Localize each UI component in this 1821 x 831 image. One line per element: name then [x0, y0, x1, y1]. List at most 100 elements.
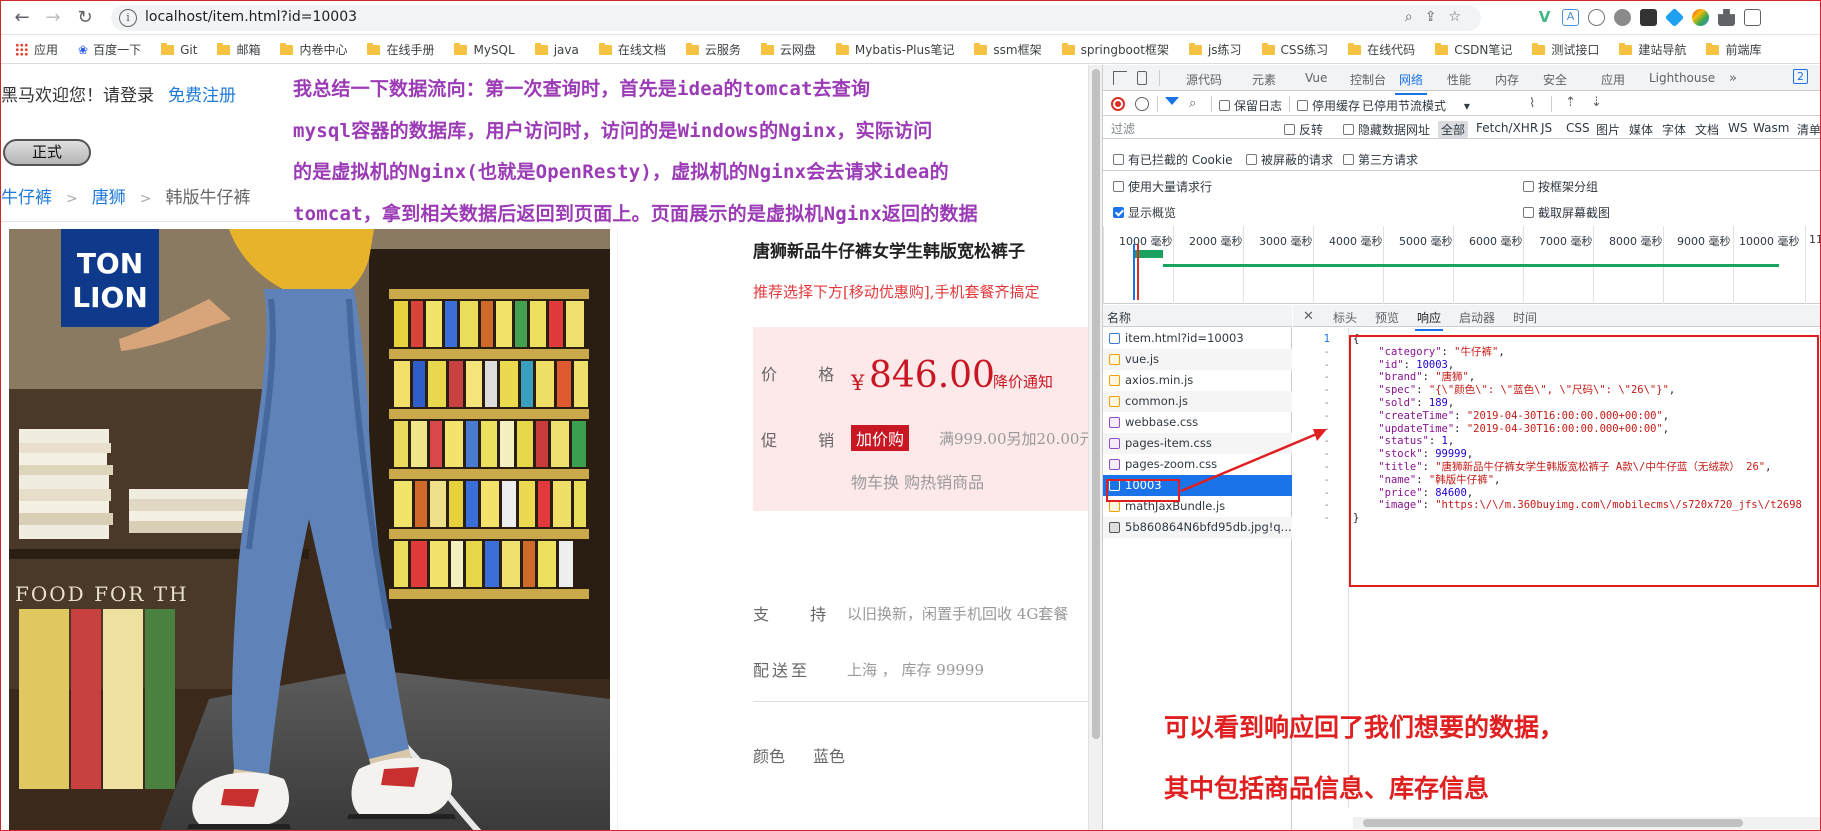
- request-row[interactable]: 5b860864N6bfd95db.jpg!q...: [1103, 517, 1292, 538]
- request-row[interactable]: axios.min.js: [1103, 370, 1292, 391]
- request-row[interactable]: common.js: [1103, 391, 1292, 412]
- breadcrumb-item[interactable]: 唐狮: [92, 188, 126, 208]
- type-filter-fetch[interactable]: Fetch/XHR: [1476, 121, 1538, 135]
- tab-timing[interactable]: 时间: [1513, 309, 1537, 326]
- tab-response[interactable]: 响应: [1414, 309, 1444, 331]
- network-overview[interactable]: 1000 毫秒 2000 毫秒 3000 毫秒 4000 毫秒 5000 毫秒 …: [1103, 226, 1820, 304]
- checkbox[interactable]: [1523, 181, 1534, 192]
- tab-preview[interactable]: 预览: [1375, 309, 1399, 326]
- bookmark-folder[interactable]: springboot框架: [1061, 41, 1169, 58]
- export-har-icon[interactable]: ⇣: [1591, 95, 1602, 110]
- extension-color-icon[interactable]: [1692, 9, 1709, 26]
- checkbox[interactable]: [1246, 154, 1257, 165]
- scroll-thumb[interactable]: [1363, 819, 1743, 827]
- welcome-text[interactable]: 黑马欢迎您！请登录: [1, 86, 154, 106]
- tab-vue[interactable]: Vue: [1305, 71, 1327, 85]
- tab-initiator[interactable]: 启动器: [1459, 309, 1495, 326]
- group-by-frame-checkbox[interactable]: 按框架分组: [1523, 178, 1598, 195]
- checkbox[interactable]: [1219, 100, 1230, 111]
- zoom-icon[interactable]: ⌕: [1405, 9, 1425, 25]
- extension-gray-icon[interactable]: [1614, 9, 1631, 26]
- product-image[interactable]: FOOD FOR TH TON LION: [9, 229, 610, 830]
- tab-lighthouse[interactable]: Lighthouse: [1649, 71, 1715, 85]
- menu-icon[interactable]: [1744, 9, 1761, 26]
- formal-button[interactable]: 正式: [3, 139, 91, 166]
- disable-cache-checkbox[interactable]: 停用缓存: [1297, 97, 1360, 114]
- blocked-cookies-checkbox[interactable]: 有已拦截的 Cookie: [1113, 151, 1233, 168]
- invert-checkbox[interactable]: 反转: [1284, 121, 1323, 138]
- extension-blue-icon[interactable]: [1664, 7, 1685, 28]
- type-filter-css[interactable]: CSS: [1566, 121, 1590, 135]
- third-party-checkbox[interactable]: 第三方请求: [1343, 151, 1418, 168]
- type-filter-all[interactable]: 全部: [1438, 121, 1469, 138]
- bookmark-folder[interactable]: CSS练习: [1261, 41, 1328, 58]
- page-scrollbar[interactable]: [1088, 65, 1102, 830]
- more-tabs-icon[interactable]: »: [1729, 71, 1737, 86]
- request-row[interactable]: webbase.css: [1103, 412, 1292, 433]
- bookmark-folder[interactable]: 测试接口: [1532, 41, 1599, 58]
- page-scroll-thumb[interactable]: [1092, 69, 1100, 739]
- checkbox[interactable]: [1343, 154, 1354, 165]
- clear-icon[interactable]: [1135, 97, 1149, 111]
- bookmark-folder[interactable]: 在线代码: [1348, 41, 1415, 58]
- color-value[interactable]: 蓝色: [813, 743, 845, 767]
- import-har-icon[interactable]: ⇡: [1565, 95, 1576, 110]
- issues-badge[interactable]: 2: [1793, 69, 1808, 84]
- big-rows-checkbox[interactable]: 使用大量请求行: [1113, 178, 1212, 195]
- translate-icon[interactable]: A: [1562, 9, 1579, 26]
- tab-headers[interactable]: 标头: [1333, 309, 1357, 326]
- checkbox[interactable]: [1523, 207, 1534, 218]
- tab-memory[interactable]: 内存: [1495, 71, 1519, 88]
- bookmark-folder[interactable]: ssm框架: [974, 41, 1042, 58]
- checkbox[interactable]: [1343, 124, 1354, 135]
- bookmark-baidu[interactable]: ❀ 百度一下: [78, 41, 141, 58]
- checkbox[interactable]: [1297, 100, 1308, 111]
- request-row[interactable]: pages-zoom.css: [1103, 454, 1292, 475]
- bookmark-folder[interactable]: 在线手册: [367, 41, 434, 58]
- capture-screenshots-checkbox[interactable]: 截取屏幕截图: [1523, 204, 1610, 221]
- address-bar[interactable]: i localhost/item.html?id=10003 ⌕⇪☆: [111, 5, 1481, 31]
- tab-console[interactable]: 控制台: [1350, 71, 1386, 88]
- bookmark-apps[interactable]: 应用: [15, 41, 58, 58]
- checkbox-checked[interactable]: [1113, 207, 1124, 218]
- bookmark-folder[interactable]: 云服务: [685, 41, 741, 58]
- close-icon[interactable]: ✕: [1303, 309, 1314, 324]
- type-filter-media[interactable]: 媒体: [1629, 121, 1653, 138]
- back-icon[interactable]: ←: [11, 8, 33, 30]
- tab-network[interactable]: 网络: [1394, 71, 1428, 95]
- puzzle-icon[interactable]: [1718, 9, 1735, 26]
- share-icon[interactable]: ⇪: [1425, 9, 1449, 25]
- record-icon[interactable]: [1111, 97, 1125, 111]
- promo-line[interactable]: 推荐选择下方[移动优惠购],手机套餐齐搞定: [753, 281, 1039, 302]
- bookmark-folder[interactable]: 云网盘: [760, 41, 816, 58]
- filter-input[interactable]: 过滤: [1111, 120, 1271, 137]
- star-icon[interactable]: ☆: [1448, 9, 1473, 25]
- reload-icon[interactable]: ↻: [74, 8, 96, 30]
- site-info-icon[interactable]: i: [119, 9, 137, 27]
- preserve-log-checkbox[interactable]: 保留日志: [1219, 97, 1282, 114]
- bookmark-folder[interactable]: Mybatis-Plus笔记: [835, 41, 954, 58]
- inspect-icon[interactable]: [1113, 71, 1127, 85]
- extension-ring-icon[interactable]: [1588, 9, 1605, 26]
- bookmark-folder[interactable]: 在线文档: [598, 41, 666, 58]
- type-filter-wasm[interactable]: Wasm: [1753, 121, 1789, 135]
- register-link[interactable]: 免费注册: [168, 86, 236, 106]
- bookmark-folder[interactable]: MySQL: [454, 42, 515, 57]
- throttle-select[interactable]: 已停用节流模式 ▾: [1362, 97, 1470, 114]
- tab-application[interactable]: 应用: [1601, 71, 1625, 88]
- blocked-requests-checkbox[interactable]: 被屏蔽的请求: [1246, 151, 1333, 168]
- type-filter-js[interactable]: JS: [1541, 121, 1552, 135]
- request-row[interactable]: pages-item.css: [1103, 433, 1292, 454]
- network-conditions-icon[interactable]: ⌇: [1529, 96, 1535, 111]
- filter-icon[interactable]: [1165, 97, 1179, 105]
- type-filter-ws[interactable]: WS: [1728, 121, 1747, 135]
- tab-sources[interactable]: 源代码: [1186, 71, 1222, 88]
- request-row[interactable]: item.html?id=10003: [1103, 328, 1292, 349]
- bookmark-folder[interactable]: 内卷中心: [280, 41, 347, 58]
- type-filter-doc[interactable]: 文档: [1695, 121, 1719, 138]
- checkbox[interactable]: [1284, 124, 1295, 135]
- forward-icon[interactable]: →: [42, 8, 64, 30]
- bookmark-folder[interactable]: js练习: [1188, 41, 1242, 58]
- bookmark-folder[interactable]: Git: [161, 42, 197, 57]
- device-toggle-icon[interactable]: [1137, 71, 1147, 85]
